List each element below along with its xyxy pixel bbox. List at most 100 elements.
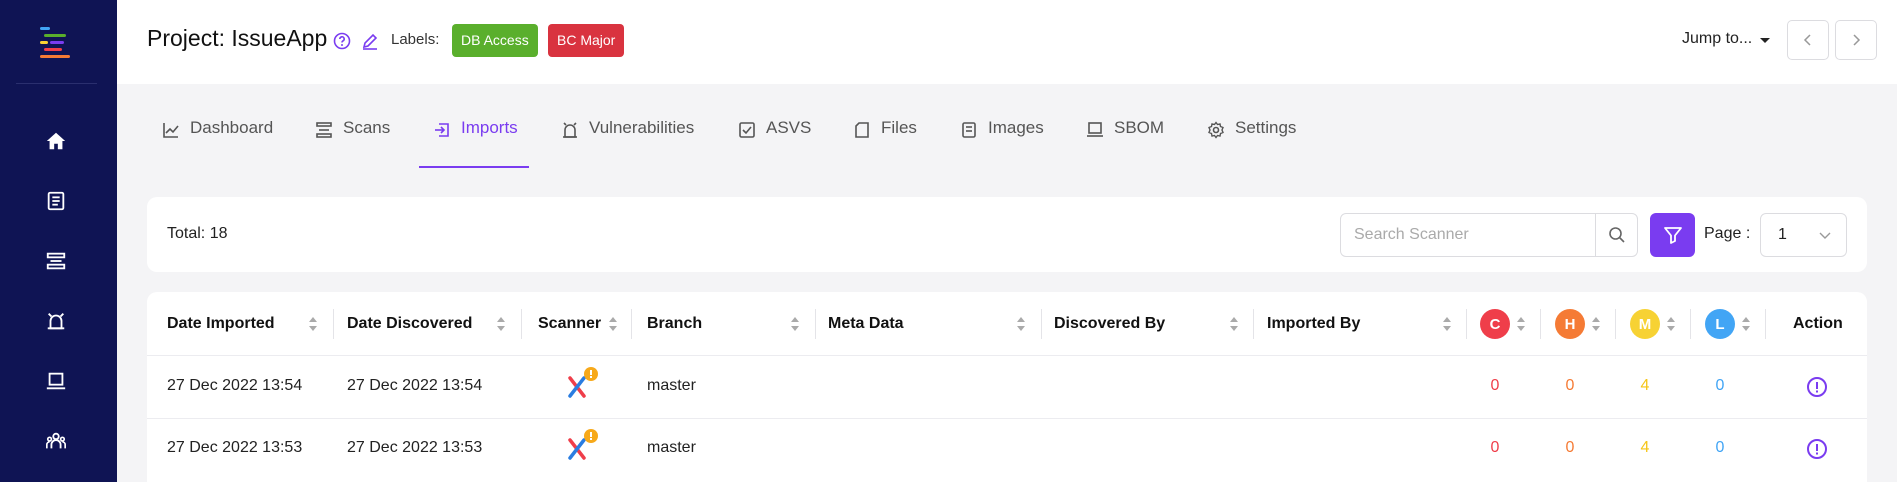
cell-date-imported: 27 Dec 2022 13:54 xyxy=(167,377,303,394)
column-header-scanner[interactable]: Scanner xyxy=(538,292,601,355)
cell-high-count: 0 xyxy=(1565,439,1575,456)
sort-icon[interactable] xyxy=(1016,316,1026,332)
tab-settings[interactable]: Settings xyxy=(1207,118,1296,168)
sidebar-item-scans[interactable] xyxy=(43,248,69,274)
label-badge-db-access[interactable]: DB Access xyxy=(452,24,538,57)
sort-icon[interactable] xyxy=(1442,316,1452,332)
tab-scans[interactable]: Scans xyxy=(315,118,390,168)
column-divider xyxy=(1041,309,1042,339)
tab-label: SBOM xyxy=(1114,118,1165,137)
cell-critical-count: 0 xyxy=(1490,439,1500,456)
page-label: Page : xyxy=(1704,225,1751,242)
label-badge-bc-major[interactable]: BC Major xyxy=(548,24,625,57)
gear-icon xyxy=(1208,121,1224,139)
bug-icon xyxy=(563,122,577,138)
chevron-left-icon xyxy=(1803,34,1811,46)
cell-low-count: 0 xyxy=(1715,377,1725,394)
team-icon xyxy=(46,432,66,449)
row-divider xyxy=(147,355,1867,356)
tab-sbom[interactable]: SBOM xyxy=(1086,118,1164,168)
column-title: Discovered By xyxy=(1054,314,1166,332)
column-divider xyxy=(521,309,522,339)
tab-images[interactable]: Images xyxy=(960,118,1044,168)
sidebar-item-devices[interactable] xyxy=(43,368,69,394)
column-divider xyxy=(1690,309,1691,339)
column-divider xyxy=(333,309,334,339)
tab-label: Vulnerabilities xyxy=(589,118,695,137)
severity-critical-badge[interactable]: C xyxy=(1480,309,1510,339)
column-title: Scanner xyxy=(538,314,602,332)
cell-branch: master xyxy=(647,377,696,394)
previous-button[interactable] xyxy=(1787,20,1829,60)
sidebar-item-home[interactable] xyxy=(43,128,69,154)
info-action-icon[interactable] xyxy=(1806,376,1828,398)
sidebar-item-documents[interactable] xyxy=(43,188,69,214)
sort-icon[interactable] xyxy=(790,316,800,332)
tab-asvs[interactable]: ASVS xyxy=(738,118,811,168)
cell-date-discovered: 27 Dec 2022 13:53 xyxy=(347,439,483,456)
sort-icon[interactable] xyxy=(1741,316,1751,332)
cell-branch: master xyxy=(647,439,696,456)
severity-medium-badge[interactable]: M xyxy=(1630,309,1660,339)
filter-bar: Total: 18 Page : 1 xyxy=(147,197,1867,272)
tab-label: ASVS xyxy=(766,118,812,137)
tab-imports[interactable]: Imports xyxy=(433,118,518,168)
sidebar-item-vulnerabilities[interactable] xyxy=(43,308,69,334)
column-title: Date Imported xyxy=(167,314,275,332)
row-divider xyxy=(147,418,1867,419)
sort-icon[interactable] xyxy=(608,316,618,332)
column-divider xyxy=(1466,309,1467,339)
file-icon xyxy=(855,122,869,138)
filter-button[interactable] xyxy=(1650,213,1695,257)
sort-icon[interactable] xyxy=(308,316,318,332)
search-button[interactable] xyxy=(1595,214,1638,256)
search-scanner-box xyxy=(1340,213,1638,257)
page-value: 1 xyxy=(1778,226,1787,243)
edit-icon[interactable] xyxy=(360,31,380,51)
sidebar-item-team[interactable] xyxy=(43,428,69,454)
info-action-icon[interactable] xyxy=(1806,438,1828,460)
column-title: Date Discovered xyxy=(347,314,473,332)
cell-medium-count: 4 xyxy=(1640,377,1650,394)
jump-to-dropdown[interactable]: Jump to... xyxy=(1682,30,1752,48)
next-button[interactable] xyxy=(1835,20,1877,60)
scans-icon xyxy=(46,252,66,270)
severity-low-badge[interactable]: L xyxy=(1705,309,1735,339)
tab-files[interactable]: Files xyxy=(853,118,917,168)
sort-icon[interactable] xyxy=(496,316,506,332)
cell-low-count: 0 xyxy=(1715,439,1725,456)
column-title: Branch xyxy=(647,314,703,332)
column-header-branch[interactable]: Branch xyxy=(647,292,702,355)
help-icon[interactable] xyxy=(332,31,352,51)
scanner-tool-icon xyxy=(568,367,598,398)
laptop-icon xyxy=(1087,122,1103,137)
sort-icon[interactable] xyxy=(1229,316,1239,332)
search-input[interactable] xyxy=(1341,214,1595,256)
column-header-date-imported[interactable]: Date Imported xyxy=(167,292,275,355)
home-icon xyxy=(46,132,66,150)
tab-label: Images xyxy=(988,118,1044,137)
app-logo-icon[interactable] xyxy=(36,24,76,64)
column-divider xyxy=(1540,309,1541,339)
column-header-discovered-by[interactable]: Discovered By xyxy=(1054,292,1165,355)
import-icon xyxy=(435,123,449,137)
tab-label: Scans xyxy=(343,118,391,137)
sort-icon[interactable] xyxy=(1666,316,1676,332)
tab-vulnerabilities[interactable]: Vulnerabilities xyxy=(561,118,694,168)
chart-line-icon xyxy=(163,123,179,138)
severity-high-badge[interactable]: H xyxy=(1555,309,1585,339)
checkbox-icon xyxy=(739,122,755,138)
tab-label: Settings xyxy=(1235,118,1297,137)
column-header-date-discovered[interactable]: Date Discovered xyxy=(347,292,472,355)
chevron-down-icon xyxy=(1819,232,1831,239)
sort-icon[interactable] xyxy=(1591,316,1601,332)
tab-dashboard[interactable]: Dashboard xyxy=(162,118,273,168)
sidebar xyxy=(0,0,117,482)
page-select[interactable]: 1 xyxy=(1760,213,1847,257)
scans-icon xyxy=(316,122,332,138)
column-divider xyxy=(1253,309,1254,339)
column-header-imported-by[interactable]: Imported By xyxy=(1267,292,1360,355)
column-header-meta-data[interactable]: Meta Data xyxy=(828,292,904,355)
column-title: Meta Data xyxy=(828,314,904,332)
sort-icon[interactable] xyxy=(1516,316,1526,332)
